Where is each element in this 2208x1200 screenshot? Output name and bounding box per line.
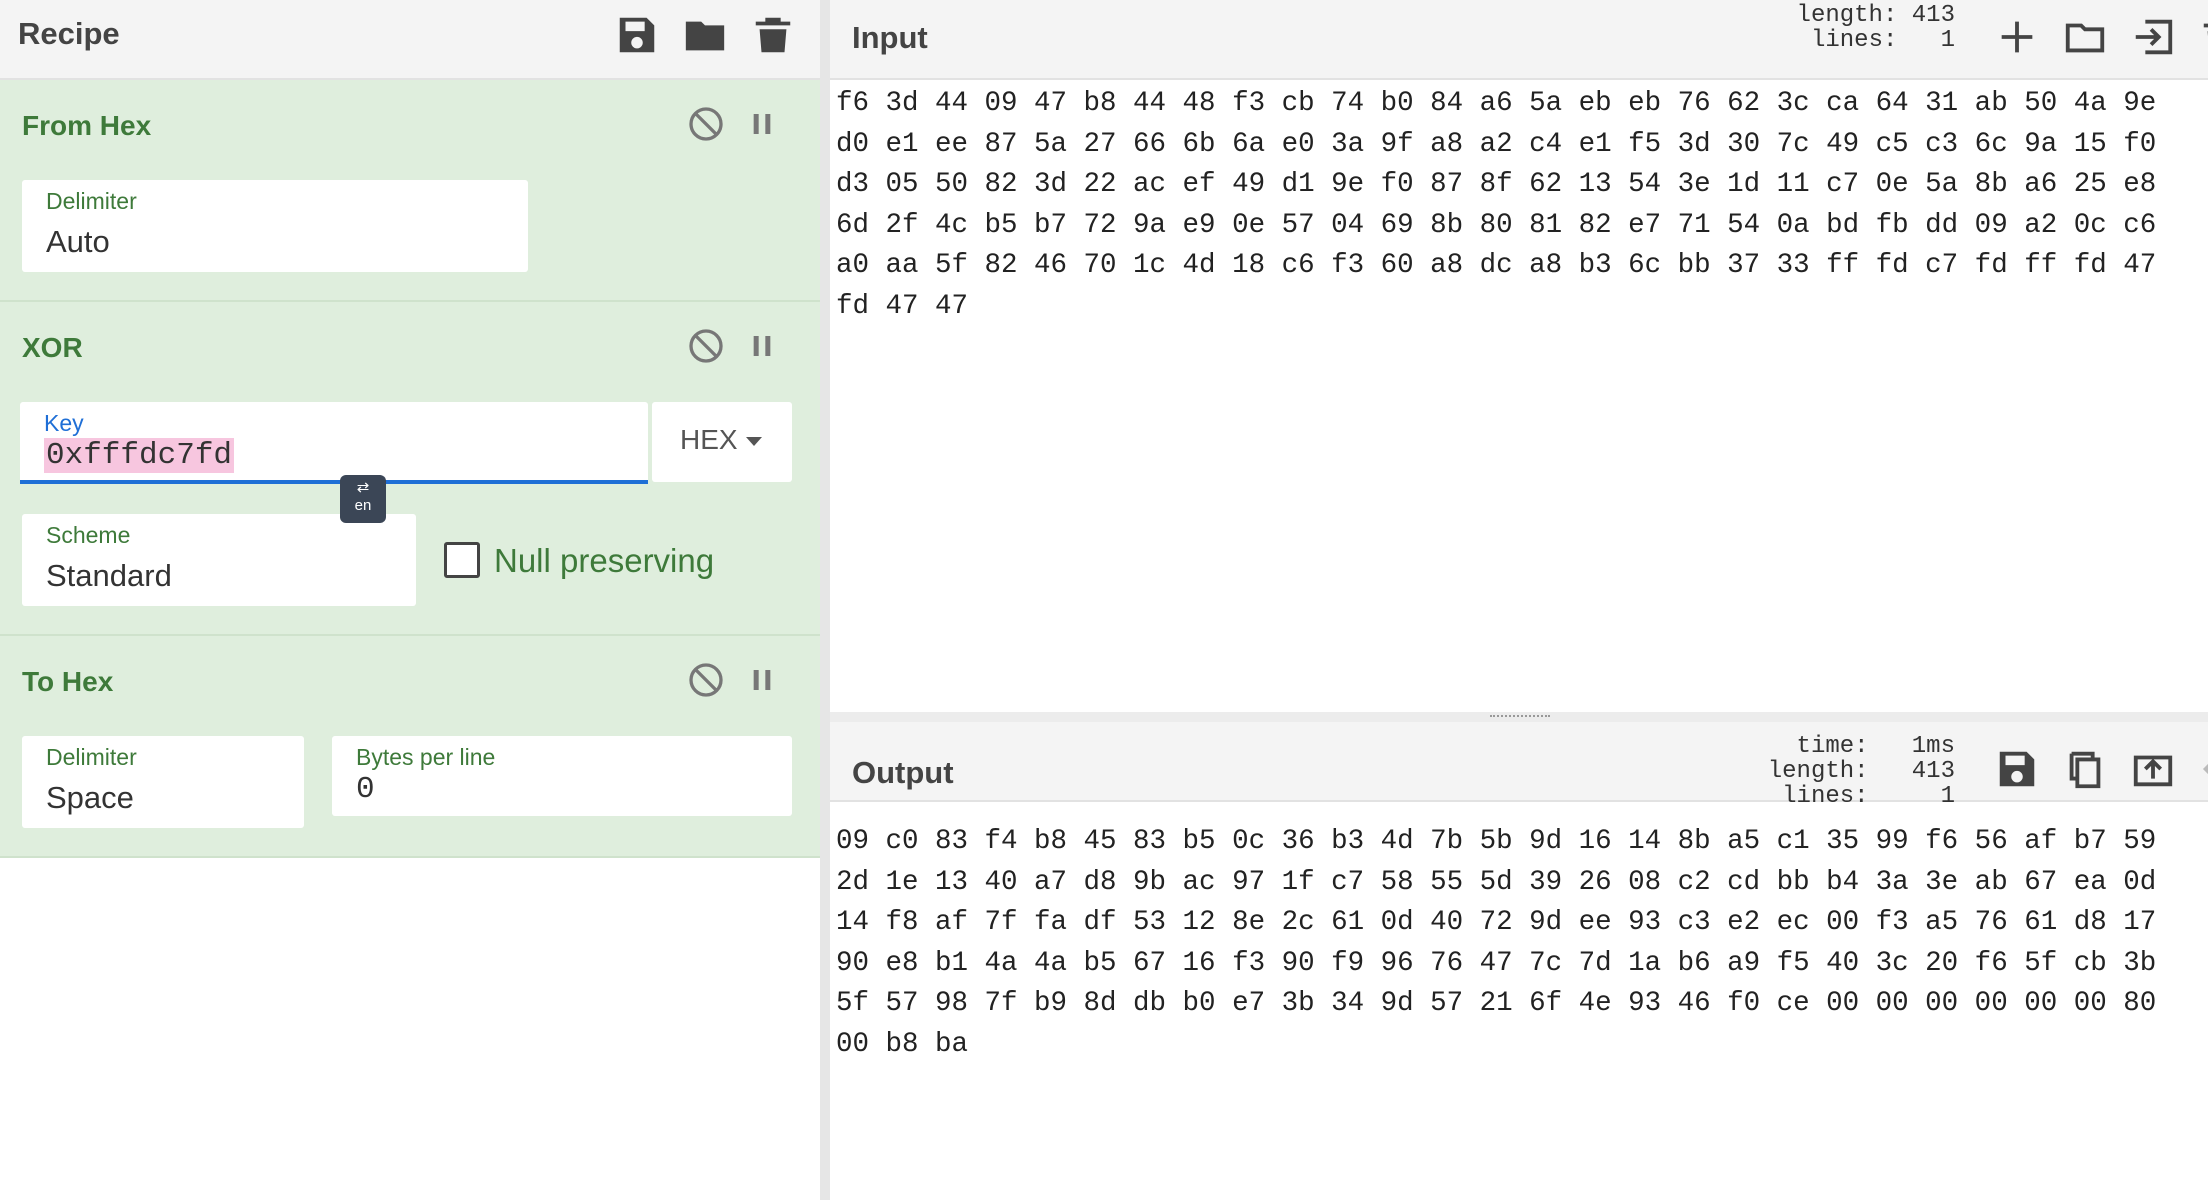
delimiter-label: Delimiter [46, 188, 137, 214]
input-length-value: 413 [1911, 2, 1955, 29]
grip-icon [1490, 715, 1550, 720]
recipe-panel: Recipe From Hex Delimiter Auto XOR Key 0… [0, 0, 820, 1200]
clear-recipe-trash-icon[interactable] [750, 12, 796, 58]
open-file-icon[interactable] [2130, 14, 2176, 60]
bytes-per-line-value: 0 [356, 772, 375, 807]
xor-scheme-field[interactable]: Scheme Standard [22, 514, 416, 606]
ime-indicator-icon: ⇄ en [340, 475, 386, 523]
key-label: Key [44, 410, 84, 436]
input-header: Input length: 413 lines: 1 [830, 0, 2208, 80]
output-stats: time: 1ms length: 413 lines: 1 [1650, 734, 1955, 809]
scheme-label: Scheme [46, 522, 131, 548]
save-recipe-icon[interactable] [614, 12, 660, 58]
bytes-per-line-label: Bytes per line [356, 744, 496, 770]
chevron-down-icon [745, 437, 762, 447]
delimiter-value: Auto [46, 224, 110, 259]
ime-badge-label: en [354, 497, 372, 514]
load-recipe-folder-icon[interactable] [682, 12, 728, 58]
recipe-title: Recipe [18, 16, 120, 51]
operation-xor: XOR Key 0xfffdc7fd HEX Scheme Standard N… [0, 302, 820, 636]
key-format-dropdown[interactable]: HEX [652, 402, 792, 482]
output-time-label: time: [1796, 733, 1869, 760]
io-panel: Input length: 413 lines: 1 f6 3d 44 09 4… [830, 0, 2208, 1200]
to-hex-delimiter-field[interactable]: Delimiter Space [22, 736, 304, 828]
key-value: 0xfffdc7fd [44, 438, 235, 473]
replace-input-icon[interactable] [2130, 746, 2176, 792]
output-time-value: 1ms [1911, 733, 1955, 760]
output-lines-value: 1 [1940, 783, 1955, 810]
key-format-select: HEX [680, 424, 762, 456]
key-value-text: 0xfffdc7fd [44, 438, 235, 473]
bytes-per-line-field[interactable]: Bytes per line 0 [332, 736, 792, 816]
panel-resize-handle[interactable] [820, 0, 830, 1200]
io-resize-handle[interactable] [830, 712, 2208, 722]
xor-title: XOR [22, 332, 83, 363]
disable-op-icon[interactable] [686, 326, 726, 366]
to-hex-title: To Hex [22, 666, 114, 697]
output-length-value: 413 [1911, 758, 1955, 785]
clear-input-trash-icon[interactable] [2198, 14, 2208, 60]
output-textarea[interactable]: 09 c0 83 f4 b8 45 83 b5 0c 36 b3 4d 7b 5… [836, 822, 2196, 1065]
undo-icon[interactable] [2198, 746, 2208, 792]
output-title: Output [852, 755, 954, 790]
pause-op-icon[interactable] [742, 326, 782, 366]
operation-from-hex: From Hex Delimiter Auto [0, 80, 820, 302]
null-preserving-checkbox[interactable] [444, 542, 480, 578]
key-format-value: HEX [680, 424, 738, 455]
input-stats: length: 413 lines: 1 [1650, 3, 1955, 53]
copy-output-icon[interactable] [2062, 746, 2108, 792]
input-textarea[interactable]: f6 3d 44 09 47 b8 44 48 f3 cb 74 b0 84 a… [836, 84, 2196, 327]
input-lines-value: 1 [1940, 27, 1955, 54]
disable-op-icon[interactable] [686, 104, 726, 144]
input-lines-label: lines: [1810, 27, 1898, 54]
from-hex-title: From Hex [22, 110, 152, 141]
add-input-tab-icon[interactable] [1994, 14, 2040, 60]
output-lines-label: lines: [1782, 783, 1869, 810]
null-preserving-label[interactable]: Null preserving [494, 542, 714, 580]
from-hex-delimiter-field[interactable]: Delimiter Auto [22, 180, 528, 272]
disable-op-icon[interactable] [686, 660, 726, 700]
output-length-label: length: [1767, 758, 1869, 785]
open-folder-icon[interactable] [2062, 14, 2108, 60]
pause-op-icon[interactable] [742, 660, 782, 700]
input-title: Input [852, 20, 928, 55]
recipe-header: Recipe [0, 0, 820, 80]
pause-op-icon[interactable] [742, 104, 782, 144]
delimiter-label: Delimiter [46, 744, 137, 770]
scheme-value: Standard [46, 558, 172, 593]
input-length-label: length: [1796, 2, 1898, 29]
operation-to-hex: To Hex Delimiter Space Bytes per line 0 [0, 636, 820, 858]
xor-key-input[interactable]: Key 0xfffdc7fd [20, 402, 648, 484]
delimiter-value: Space [46, 780, 134, 815]
save-output-icon[interactable] [1994, 746, 2040, 792]
